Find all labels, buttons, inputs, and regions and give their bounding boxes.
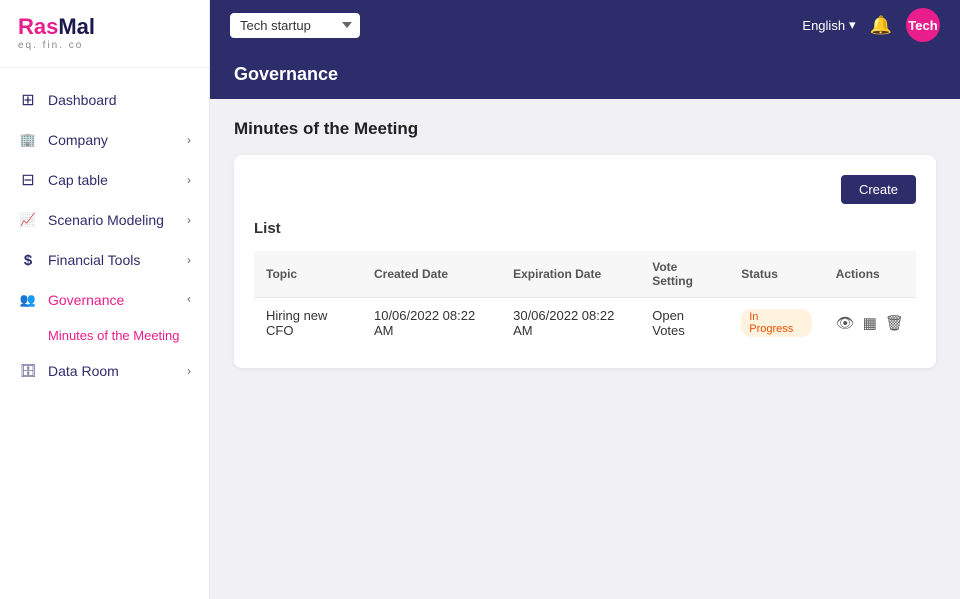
sidebar-item-scenario[interactable]: Scenario Modeling › — [0, 200, 209, 240]
minutes-label: Minutes of the Meeting — [48, 328, 180, 343]
list-label: List — [254, 220, 916, 237]
scenario-arrow-icon: › — [187, 213, 191, 227]
notification-bell-icon[interactable]: 🔔 — [870, 15, 892, 36]
table-row: Hiring new CFO 10/06/2022 08:22 AM 30/06… — [254, 298, 916, 349]
content-area: Minutes of the Meeting Create List Topic… — [210, 99, 960, 388]
captable-icon — [18, 170, 38, 190]
page-header: Governance — [210, 50, 960, 99]
col-created-date: Created Date — [362, 251, 501, 298]
governance-arrow-icon: › — [187, 293, 191, 307]
topbar-right: English ▾ 🔔 Tech — [802, 8, 940, 42]
company-arrow-icon: › — [187, 133, 191, 147]
sidebar-item-company-label: Company — [48, 132, 108, 148]
dashboard-icon — [18, 90, 38, 110]
language-arrow-icon: ▾ — [849, 17, 856, 33]
language-label: English — [802, 18, 845, 33]
cell-topic: Hiring new CFO — [254, 298, 362, 349]
delete-icon[interactable]: 🗑 — [885, 314, 904, 332]
sidebar-item-captable[interactable]: Cap table › — [0, 160, 209, 200]
create-button[interactable]: Create — [841, 175, 916, 204]
topbar: Tech startup English ▾ 🔔 Tech — [210, 0, 960, 50]
card-header: Create — [254, 175, 916, 204]
language-selector[interactable]: English ▾ — [802, 17, 855, 33]
logo: RasMal eq. fin. co — [0, 0, 209, 68]
col-actions: Actions — [824, 251, 916, 298]
cell-expiration-date: 30/06/2022 08:22 AM — [501, 298, 640, 349]
sidebar-item-minutes[interactable]: Minutes of the Meeting — [48, 320, 209, 351]
page-content-area: Minutes of the Meeting Create List Topic… — [210, 99, 960, 599]
sidebar-item-captable-label: Cap table — [48, 172, 108, 188]
sidebar-item-dataroom[interactable]: Data Room › — [0, 351, 209, 391]
logo-text: RasMal — [18, 16, 191, 38]
sidebar-item-dataroom-label: Data Room — [48, 363, 119, 379]
sidebar-item-dashboard-label: Dashboard — [48, 92, 117, 108]
edit-icon[interactable]: ▦ — [863, 314, 877, 332]
table-header-row: Topic Created Date Expiration Date Vote … — [254, 251, 916, 298]
status-badge: In Progress — [741, 309, 811, 337]
cell-status: In Progress — [729, 298, 823, 349]
actions-cell: 👁 ▦ 🗑 — [836, 314, 904, 332]
sidebar-item-dashboard[interactable]: Dashboard — [0, 80, 209, 120]
col-expiration-date: Expiration Date — [501, 251, 640, 298]
governance-submenu: Minutes of the Meeting — [0, 320, 209, 351]
governance-icon — [18, 290, 38, 310]
cell-actions: 👁 ▦ 🗑 — [824, 298, 916, 349]
sidebar: RasMal eq. fin. co Dashboard Company › C… — [0, 0, 210, 599]
financial-icon — [18, 250, 38, 270]
section-heading: Minutes of the Meeting — [234, 119, 936, 139]
sidebar-item-governance[interactable]: Governance › — [0, 280, 209, 320]
dataroom-arrow-icon: › — [187, 364, 191, 378]
company-icon — [18, 130, 38, 150]
col-vote-setting: Vote Setting — [640, 251, 729, 298]
table-header: Topic Created Date Expiration Date Vote … — [254, 251, 916, 298]
nav-menu: Dashboard Company › Cap table › Scenario… — [0, 68, 209, 599]
view-icon[interactable]: 👁 — [836, 314, 855, 332]
dataroom-icon — [18, 361, 38, 381]
table-body: Hiring new CFO 10/06/2022 08:22 AM 30/06… — [254, 298, 916, 349]
col-status: Status — [729, 251, 823, 298]
logo-sub: eq. fin. co — [18, 40, 191, 51]
sidebar-item-financial[interactable]: Financial Tools › — [0, 240, 209, 280]
sidebar-item-financial-label: Financial Tools — [48, 252, 140, 268]
scenario-icon — [18, 210, 38, 230]
minutes-table: Topic Created Date Expiration Date Vote … — [254, 251, 916, 348]
col-topic: Topic — [254, 251, 362, 298]
sidebar-item-governance-label: Governance — [48, 292, 124, 308]
sidebar-item-company[interactable]: Company › — [0, 120, 209, 160]
sidebar-item-scenario-label: Scenario Modeling — [48, 212, 164, 228]
page-title: Governance — [234, 64, 338, 84]
financial-arrow-icon: › — [187, 253, 191, 267]
cell-created-date: 10/06/2022 08:22 AM — [362, 298, 501, 349]
user-avatar[interactable]: Tech — [906, 8, 940, 42]
main-content: Tech startup English ▾ 🔔 Tech Governance… — [210, 0, 960, 599]
cell-vote-setting: Open Votes — [640, 298, 729, 349]
workspace-selector[interactable]: Tech startup — [230, 13, 360, 38]
user-initials: Tech — [908, 18, 937, 33]
captable-arrow-icon: › — [187, 173, 191, 187]
main-card: Create List Topic Created Date Expiratio… — [234, 155, 936, 368]
